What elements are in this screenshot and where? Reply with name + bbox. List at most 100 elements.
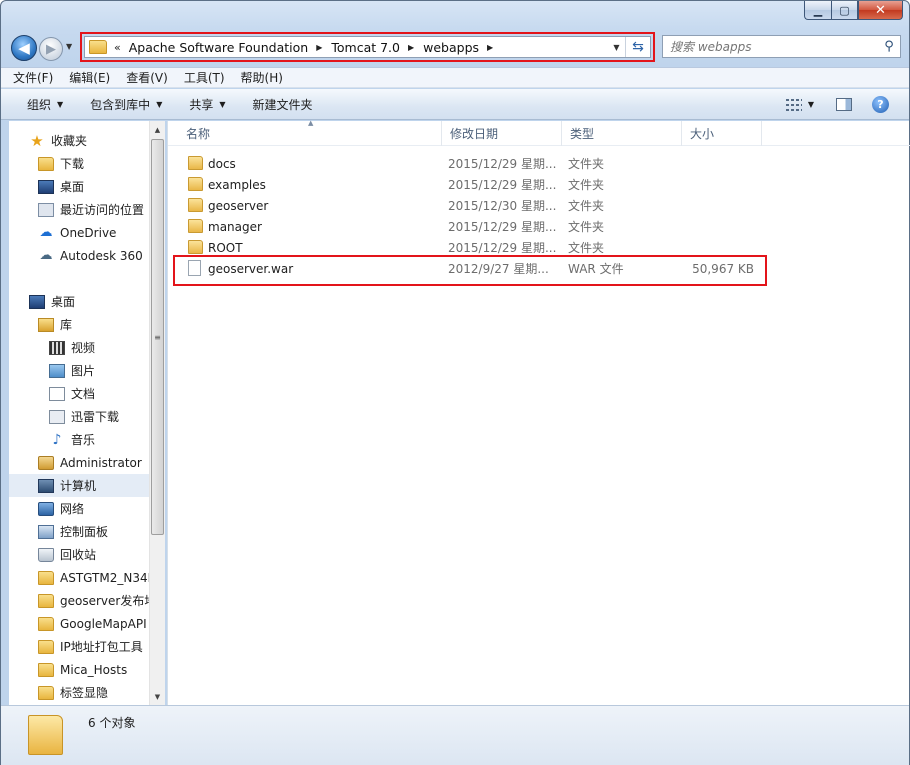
nav-folder-astgtm2[interactable]: ASTGTM2_N34E	[9, 566, 150, 589]
address-overflow-chevron[interactable]: «	[114, 41, 121, 54]
file-name: ROOT	[208, 240, 243, 255]
file-row-geoserver[interactable]: geoserver 2015/12/30 星期... 文件夹	[178, 195, 768, 216]
file-type: 文件夹	[568, 157, 605, 171]
downloads-folder-icon	[38, 156, 54, 171]
column-size[interactable]: 大小	[682, 121, 762, 146]
refresh-icon[interactable]: ⇆	[626, 37, 650, 57]
nav-label: IP地址打包工具	[60, 640, 143, 654]
column-type[interactable]: 类型	[562, 121, 682, 146]
close-button[interactable]: ✕	[858, 1, 903, 20]
nav-recent-places[interactable]: 最近访问的位置	[9, 198, 150, 221]
minimize-button[interactable]: ▁	[804, 1, 831, 20]
nav-folder-googlemapapi[interactable]: GoogleMapAPI	[9, 612, 150, 635]
nav-label: 文档	[71, 387, 96, 401]
search-icon[interactable]: ⚲	[878, 39, 900, 54]
menu-help[interactable]: 帮助(H)	[241, 69, 283, 86]
nav-videos[interactable]: 视频	[9, 336, 150, 359]
share-button[interactable]: 共享 ▼	[189, 96, 225, 113]
network-icon	[38, 501, 54, 516]
status-bar: 6 个对象	[1, 705, 909, 765]
file-row-docs[interactable]: docs 2015/12/29 星期... 文件夹	[178, 153, 768, 174]
share-label: 共享	[189, 97, 214, 112]
column-headers: ▲ 名称 修改日期 类型 大小	[168, 119, 910, 146]
column-date[interactable]: 修改日期	[442, 121, 562, 146]
nav-folder-geoserver-publish[interactable]: geoserver发布地	[9, 589, 150, 612]
nav-label: 下载	[60, 157, 85, 171]
menu-file[interactable]: 文件(F)	[13, 69, 53, 86]
nav-label: 网络	[60, 502, 85, 516]
scroll-thumb[interactable]: ≡	[151, 139, 164, 535]
preview-pane-icon[interactable]	[836, 98, 852, 111]
menu-edit[interactable]: 编辑(E)	[69, 69, 110, 86]
menu-view[interactable]: 查看(V)	[126, 69, 168, 86]
search-box[interactable]: ⚲	[662, 35, 901, 58]
nav-favorites[interactable]: ★ 收藏夹	[9, 129, 150, 152]
scroll-up-icon[interactable]: ▲	[150, 121, 165, 138]
folder-icon	[188, 177, 203, 191]
forward-button[interactable]: ▶	[39, 37, 63, 61]
nav-libraries[interactable]: 库	[9, 313, 150, 336]
organize-button[interactable]: 组织 ▼	[27, 96, 63, 113]
nav-label: Administrator	[60, 455, 142, 470]
address-history-dropdown[interactable]: ▼	[608, 37, 626, 57]
nav-thunder-downloads[interactable]: 迅雷下载	[9, 405, 150, 428]
document-icon	[49, 386, 65, 401]
address-bar[interactable]: « Apache Software Foundation ▶ Tomcat 7.…	[84, 36, 651, 58]
file-date: 2015/12/30 星期...	[448, 199, 557, 213]
recent-pages-dropdown[interactable]: ▼	[66, 42, 72, 51]
nav-folder-mica-hosts[interactable]: Mica_Hosts	[9, 658, 150, 681]
nav-computer[interactable]: 计算机	[9, 474, 150, 497]
nav-downloads[interactable]: 下载	[9, 152, 150, 175]
help-icon[interactable]: ?	[872, 96, 889, 113]
nav-recycle-bin[interactable]: 回收站	[9, 543, 150, 566]
nav-desktop-root[interactable]: 桌面	[9, 290, 150, 313]
recent-places-icon	[38, 202, 54, 217]
file-row-examples[interactable]: examples 2015/12/29 星期... 文件夹	[178, 174, 768, 195]
back-button[interactable]: ◀	[11, 35, 37, 61]
recycle-bin-icon	[38, 547, 54, 562]
nav-label: 库	[60, 318, 73, 332]
file-date: 2015/12/29 星期...	[448, 157, 557, 171]
nav-pictures[interactable]: 图片	[9, 359, 150, 382]
breadcrumb-arrow-icon[interactable]: ▶	[487, 43, 493, 52]
pictures-icon	[49, 363, 65, 378]
item-count: 6 个对象	[88, 716, 136, 730]
nav-label: geoserver发布地	[60, 594, 150, 608]
file-list-pane: ▲ 名称 修改日期 类型 大小 docs 2015/12/29 星期... 文件…	[167, 119, 910, 705]
new-folder-button[interactable]: 新建文件夹	[253, 96, 313, 113]
search-input[interactable]	[670, 39, 878, 54]
nav-scrollbar[interactable]: ▲ ≡ ▼	[149, 121, 165, 705]
breadcrumb-arrow-icon[interactable]: ▶	[408, 43, 414, 52]
nav-label: 图片	[71, 364, 96, 378]
column-name[interactable]: ▲ 名称	[178, 119, 442, 146]
nav-label: 标签显隐	[60, 686, 109, 700]
nav-control-panel[interactable]: 控制面板	[9, 520, 150, 543]
breadcrumb-arrow-icon[interactable]: ▶	[316, 43, 322, 52]
nav-documents[interactable]: 文档	[9, 382, 150, 405]
nav-folder-ip-tool[interactable]: IP地址打包工具	[9, 635, 150, 658]
breadcrumb-tomcat[interactable]: Tomcat 7.0	[331, 40, 400, 55]
view-dropdown-icon[interactable]: ▼	[808, 100, 814, 109]
nav-administrator[interactable]: Administrator	[9, 451, 150, 474]
video-icon	[49, 340, 65, 355]
view-options-icon[interactable]	[785, 98, 802, 111]
nav-label: GoogleMapAPI	[60, 616, 147, 631]
nav-music[interactable]: ♪ 音乐	[9, 428, 150, 451]
folder-icon	[38, 570, 54, 585]
nav-desktop[interactable]: 桌面	[9, 175, 150, 198]
nav-network[interactable]: 网络	[9, 497, 150, 520]
nav-label: Autodesk 360	[60, 248, 143, 263]
include-in-library-button[interactable]: 包含到库中 ▼	[90, 96, 162, 113]
breadcrumb-apache[interactable]: Apache Software Foundation	[129, 40, 308, 55]
menu-tools[interactable]: 工具(T)	[184, 69, 225, 86]
file-row-manager[interactable]: manager 2015/12/29 星期... 文件夹	[178, 216, 768, 237]
nav-onedrive[interactable]: ☁ OneDrive	[9, 221, 150, 244]
address-bar-highlight: « Apache Software Foundation ▶ Tomcat 7.…	[80, 32, 655, 62]
scroll-down-icon[interactable]: ▼	[150, 688, 165, 705]
folder-icon	[38, 639, 54, 654]
nav-autodesk-360[interactable]: ☁ Autodesk 360	[9, 244, 150, 267]
file-date: 2015/12/29 星期...	[448, 178, 557, 192]
breadcrumb-webapps[interactable]: webapps	[423, 40, 479, 55]
nav-folder-tag-toggle[interactable]: 标签显隐	[9, 681, 150, 704]
maximize-button[interactable]: ▢	[831, 1, 858, 20]
